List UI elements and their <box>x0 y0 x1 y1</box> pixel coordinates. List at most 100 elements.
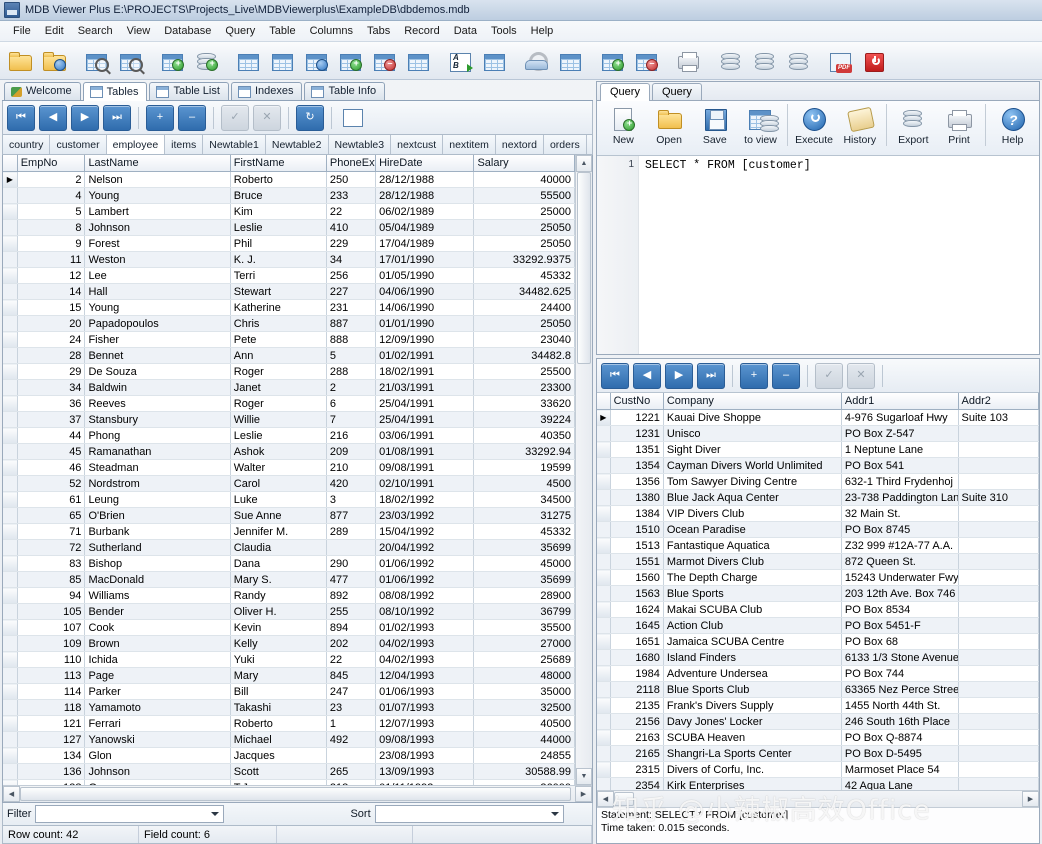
row-indicator-cell[interactable] <box>3 220 17 236</box>
table-row[interactable]: 94WilliamsRandy89208/08/199228900 <box>3 588 575 604</box>
open-database-button[interactable] <box>4 45 36 77</box>
cell-lastname[interactable]: Nelson <box>85 172 230 188</box>
query-tab-2[interactable]: Query <box>652 83 702 100</box>
table-row[interactable]: 46SteadmanWalter21009/08/199119599 <box>3 460 575 476</box>
post-edit-button[interactable]: ✓ <box>221 105 249 131</box>
cell-firstname[interactable]: Bill <box>230 684 326 700</box>
cell-addr1[interactable]: PO Box Z-547 <box>841 426 958 442</box>
cell-phoneext[interactable]: 22 <box>326 204 375 220</box>
table-row[interactable]: 28BennetAnn501/02/199134482.8 <box>3 348 575 364</box>
cell-hiredate[interactable]: 03/06/1991 <box>376 428 474 444</box>
cell-hiredate[interactable]: 25/04/1991 <box>376 412 474 428</box>
scroll-down-button[interactable]: ▼ <box>576 768 592 785</box>
cell-phoneext[interactable]: 202 <box>326 636 375 652</box>
cell-custno[interactable]: 1651 <box>610 634 663 650</box>
scroll-right-button[interactable]: ▶ <box>1022 791 1039 807</box>
row-indicator-cell[interactable] <box>597 618 610 634</box>
cell-lastname[interactable]: Ramanathan <box>85 444 230 460</box>
cell-hiredate[interactable]: 18/02/1991 <box>376 364 474 380</box>
vscroll-thumb[interactable] <box>577 172 591 364</box>
cell-lastname[interactable]: Nordstrom <box>85 476 230 492</box>
cell-company[interactable]: Tom Sawyer Diving Centre <box>663 474 841 490</box>
scroll-left-button[interactable]: ◀ <box>3 786 20 802</box>
cell-company[interactable]: Cayman Divers World Unlimited <box>663 458 841 474</box>
row-indicator-cell[interactable] <box>3 652 17 668</box>
cell-addr1[interactable]: PO Box Q-8874 <box>841 730 958 746</box>
sort-combo[interactable] <box>375 805 564 823</box>
result-cancel-edit-button[interactable]: ✕ <box>847 363 875 389</box>
cell-phoneext[interactable]: 22 <box>326 652 375 668</box>
cell-hiredate[interactable]: 08/10/1992 <box>376 604 474 620</box>
row-indicator-cell[interactable] <box>3 188 17 204</box>
cell-phoneext[interactable]: 34 <box>326 252 375 268</box>
cell-company[interactable]: Sight Diver <box>663 442 841 458</box>
table-row[interactable]: 1510Ocean ParadisePO Box 8745 <box>597 522 1039 538</box>
cell-phoneext[interactable]: 250 <box>326 172 375 188</box>
cell-empno[interactable]: 71 <box>17 524 85 540</box>
cell-lastname[interactable]: Fisher <box>85 332 230 348</box>
cell-firstname[interactable]: Roger <box>230 396 326 412</box>
cell-lastname[interactable]: Bishop <box>85 556 230 572</box>
table-row[interactable]: 2118Blue Sports Club63365 Nez Perce Stre… <box>597 682 1039 698</box>
cell-firstname[interactable]: Jennifer M. <box>230 524 326 540</box>
cell-phoneext[interactable]: 410 <box>326 220 375 236</box>
cell-company[interactable]: Makai SCUBA Club <box>663 602 841 618</box>
hscroll-thumb[interactable] <box>20 787 571 801</box>
row-indicator-cell[interactable] <box>3 476 17 492</box>
cell-salary[interactable]: 25050 <box>474 236 575 252</box>
menu-search[interactable]: Search <box>71 23 120 39</box>
cell-empno[interactable]: 110 <box>17 652 85 668</box>
delete-table-button[interactable] <box>368 45 400 77</box>
cell-salary[interactable]: 23300 <box>474 380 575 396</box>
menu-tools[interactable]: Tools <box>484 23 524 39</box>
cell-phoneext[interactable]: 7 <box>326 412 375 428</box>
cell-addr2[interactable] <box>958 426 1038 442</box>
cell-hiredate[interactable]: 09/08/1993 <box>376 732 474 748</box>
table-row[interactable]: 2165Shangri-La Sports CenterPO Box D-549… <box>597 746 1039 762</box>
row-indicator-cell[interactable] <box>597 746 610 762</box>
row-indicator-cell[interactable] <box>3 492 17 508</box>
cell-custno[interactable]: 1351 <box>610 442 663 458</box>
cell-salary[interactable]: 34500 <box>474 492 575 508</box>
table-row[interactable]: 85MacDonaldMary S.47701/06/199235699 <box>3 572 575 588</box>
cell-addr1[interactable]: PO Box 68 <box>841 634 958 650</box>
cell-salary[interactable]: 33292.94 <box>474 444 575 460</box>
tab-welcome[interactable]: Welcome <box>4 82 81 100</box>
cell-phoneext[interactable]: 477 <box>326 572 375 588</box>
cell-hiredate[interactable]: 23/03/1992 <box>376 508 474 524</box>
table-tab-country[interactable]: country <box>3 135 50 154</box>
row-indicator-cell[interactable] <box>597 554 610 570</box>
cell-hiredate[interactable]: 01/05/1990 <box>376 268 474 284</box>
cell-phoneext[interactable]: 420 <box>326 476 375 492</box>
cell-empno[interactable]: 83 <box>17 556 85 572</box>
hscroll-thumb[interactable] <box>614 792 634 806</box>
cell-hiredate[interactable]: 01/02/1991 <box>376 348 474 364</box>
table-row[interactable]: 1380Blue Jack Aqua Center23-738 Paddingt… <box>597 490 1039 506</box>
cell-addr2[interactable] <box>958 570 1038 586</box>
table-row[interactable]: 1560The Depth Charge15243 Underwater Fwy… <box>597 570 1039 586</box>
cell-lastname[interactable]: Young <box>85 300 230 316</box>
table-row[interactable]: 29De SouzaRoger28818/02/199125500 <box>3 364 575 380</box>
cell-hiredate[interactable]: 23/08/1993 <box>376 748 474 764</box>
cell-empno[interactable]: 14 <box>17 284 85 300</box>
cell-hiredate[interactable]: 14/06/1990 <box>376 300 474 316</box>
table-row[interactable]: 1231UniscoPO Box Z-547 <box>597 426 1039 442</box>
cell-salary[interactable]: 45000 <box>474 556 575 572</box>
cell-firstname[interactable]: Pete <box>230 332 326 348</box>
cell-lastname[interactable]: Stansbury <box>85 412 230 428</box>
cell-custno[interactable]: 2165 <box>610 746 663 762</box>
cell-lastname[interactable]: Lambert <box>85 204 230 220</box>
cell-salary[interactable]: 27000 <box>474 636 575 652</box>
cell-addr1[interactable]: 203 12th Ave. Box 746 <box>841 586 958 602</box>
table-row[interactable]: 107CookKevin89401/02/199335500 <box>3 620 575 636</box>
table-row[interactable]: 1513Fantastique AquaticaZ32 999 #12A-77 … <box>597 538 1039 554</box>
column-header-salary[interactable]: Salary <box>474 155 575 172</box>
table-row[interactable]: 121FerrariRoberto112/07/199340500 <box>3 716 575 732</box>
cell-custno[interactable]: 1510 <box>610 522 663 538</box>
cell-phoneext[interactable]: 256 <box>326 268 375 284</box>
cell-hiredate[interactable]: 04/02/1993 <box>376 652 474 668</box>
cell-empno[interactable]: 127 <box>17 732 85 748</box>
cell-salary[interactable]: 35699 <box>474 540 575 556</box>
cell-empno[interactable]: 36 <box>17 396 85 412</box>
cell-addr2[interactable]: Suite 103 <box>958 410 1038 426</box>
